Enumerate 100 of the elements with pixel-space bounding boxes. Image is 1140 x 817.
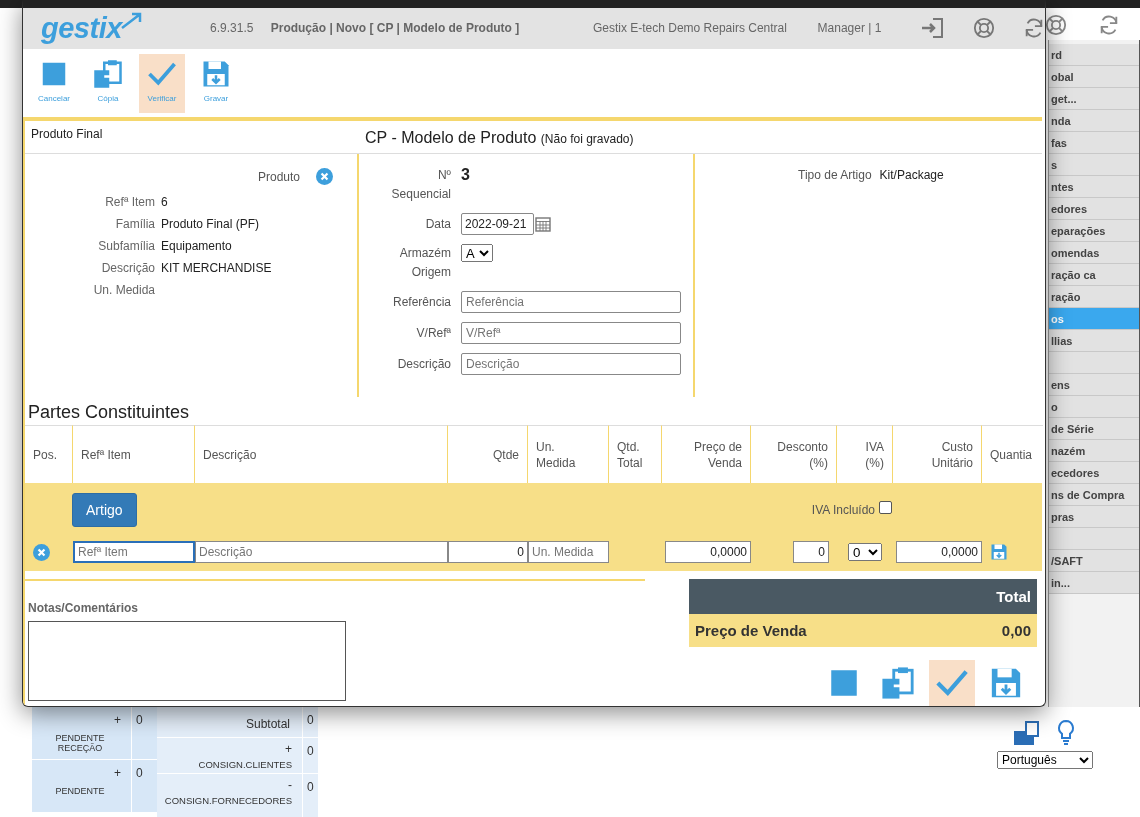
field-label: Nº Sequencial bbox=[390, 167, 451, 203]
user-label: Manager | 1 bbox=[817, 21, 883, 36]
count-value: 0 bbox=[306, 712, 315, 729]
save-icon bbox=[990, 543, 1008, 561]
field-label: Armazém Origem bbox=[398, 245, 451, 281]
field-label: V/Refª bbox=[415, 324, 451, 342]
section-heading: Partes Constituintes bbox=[27, 401, 191, 424]
subtotal-label: Subtotal bbox=[245, 716, 291, 733]
field-value: Kit/Package bbox=[879, 168, 944, 184]
number-field[interactable]: 0 bbox=[793, 541, 829, 563]
summary-label: CONSIGN.FORNECEDORES bbox=[164, 795, 293, 806]
sidebar-item[interactable]: nazém bbox=[1049, 440, 1139, 462]
count-value: 0 bbox=[306, 743, 315, 760]
copy-icon bbox=[881, 666, 915, 700]
lifebuoy-icon bbox=[973, 17, 995, 40]
refresh-icon bbox=[1023, 17, 1045, 40]
lightbulb-icon bbox=[1056, 719, 1076, 745]
sign-text: + bbox=[114, 766, 122, 780]
field-label: Data bbox=[424, 215, 451, 233]
notes-label: Notas/Comentários bbox=[28, 601, 140, 615]
sidebar-item[interactable]: obal bbox=[1049, 66, 1139, 88]
totals-header: Total bbox=[689, 579, 1037, 614]
warehouse-select[interactable]: A bbox=[461, 244, 493, 262]
sidebar-item[interactable]: ens bbox=[1049, 374, 1139, 396]
number-field[interactable]: 0,0000 bbox=[896, 541, 982, 563]
copy-icon bbox=[93, 58, 123, 89]
sidebar-item[interactable]: ecedores bbox=[1049, 462, 1139, 484]
version-text: 6.9.31.5 bbox=[210, 21, 255, 36]
summary-label: CONSIGN.CLIENTES bbox=[198, 759, 293, 770]
input-field[interactable]: Descrição bbox=[195, 541, 448, 563]
verify-button[interactable] bbox=[929, 660, 975, 706]
total-label: Preço de Venda bbox=[695, 622, 807, 639]
sidebar-item[interactable]: ntes bbox=[1049, 176, 1139, 198]
count-value: 0 bbox=[306, 779, 315, 796]
field-label: Refª Item bbox=[104, 195, 155, 209]
remove-icon bbox=[33, 543, 50, 561]
sidebar-item[interactable]: ração bbox=[1049, 286, 1139, 308]
summary-label: PENDENTE RECEÇÃO bbox=[54, 733, 106, 753]
sidebar-item[interactable]: llias bbox=[1049, 330, 1139, 352]
field-label: Subfamília bbox=[97, 239, 155, 253]
field-label: Família bbox=[114, 217, 155, 231]
number-field[interactable]: 0 bbox=[448, 541, 528, 563]
save-icon bbox=[989, 666, 1023, 700]
sidebar-item[interactable]: in... bbox=[1049, 572, 1139, 594]
field-label: Tipo de Artigo bbox=[798, 168, 872, 184]
sequence-number: 3 bbox=[461, 166, 471, 184]
sidebar-item[interactable]: get... bbox=[1049, 88, 1139, 110]
app-logo: gestix bbox=[41, 11, 211, 45]
sign-text: + bbox=[285, 742, 293, 756]
field-label: Un. Medida bbox=[92, 283, 155, 297]
checkbox-label: IVA Incluído bbox=[811, 503, 875, 517]
field-label: Referência bbox=[391, 293, 451, 311]
section-label: Produto Final bbox=[30, 126, 104, 141]
count-value: 0 bbox=[135, 712, 144, 729]
language-select[interactable]: Português bbox=[997, 751, 1093, 769]
lifebuoy-icon bbox=[1045, 14, 1067, 36]
sidebar-item[interactable]: ns de Compra bbox=[1049, 484, 1139, 506]
sidebar-item[interactable]: omendas bbox=[1049, 242, 1139, 264]
field-label: Produto bbox=[257, 169, 300, 184]
sidebar-item[interactable]: o bbox=[1049, 396, 1139, 418]
count-value: 0 bbox=[135, 765, 144, 782]
text-field[interactable]: V/Refª bbox=[461, 322, 681, 344]
sidebar-item[interactable]: eparações bbox=[1049, 220, 1139, 242]
sidebar-item[interactable]: /SAFT bbox=[1049, 550, 1139, 572]
date-field[interactable]: 2022-09-21 bbox=[461, 213, 534, 235]
sidebar-item[interactable]: rd bbox=[1049, 44, 1139, 66]
field-value: 6 bbox=[161, 195, 169, 209]
input-field[interactable]: Refª Item bbox=[73, 541, 195, 563]
sidebar-item[interactable]: ração ca bbox=[1049, 264, 1139, 286]
sidebar-item[interactable]: pras bbox=[1049, 506, 1139, 528]
add-item-button[interactable]: Artigo bbox=[72, 493, 137, 527]
refresh-icon bbox=[1098, 14, 1120, 36]
vat-select[interactable]: 0 bbox=[848, 543, 882, 561]
field-value: KIT MERCHANDISE bbox=[161, 261, 273, 275]
form-title: CP - Modelo de Produto (Não foi gravado) bbox=[365, 129, 635, 147]
summary-label: PENDENTE bbox=[54, 786, 106, 796]
field-value: Equipamento bbox=[161, 239, 233, 253]
vat-checkbox[interactable] bbox=[879, 500, 892, 514]
field-label: Descrição bbox=[396, 355, 451, 373]
notes-field[interactable] bbox=[28, 621, 346, 701]
sidebar-item[interactable]: edores bbox=[1049, 198, 1139, 220]
calendar-icon bbox=[535, 216, 551, 232]
sidebar-item[interactable]: s bbox=[1049, 154, 1139, 176]
field-label: Descrição bbox=[100, 261, 155, 275]
sign-text: - bbox=[288, 778, 293, 792]
number-field[interactable]: 0,0000 bbox=[665, 541, 751, 563]
window-title: Produção | Novo [ CP | Modelo de Produto ] bbox=[270, 21, 521, 36]
field-value: Produto Final (PF) bbox=[161, 217, 261, 231]
sidebar-item[interactable]: de Série bbox=[1049, 418, 1139, 440]
sidebar-item[interactable]: nda bbox=[1049, 110, 1139, 132]
total-value: 0,00 bbox=[1001, 622, 1031, 639]
company-name: Gestix E-tech Demo Repairs Central bbox=[592, 21, 788, 36]
text-field[interactable]: Descrição bbox=[461, 353, 681, 375]
text-field[interactable]: Referência bbox=[461, 291, 681, 313]
sidebar-item[interactable]: fas bbox=[1049, 132, 1139, 154]
sign-text: + bbox=[114, 713, 122, 727]
remove-icon bbox=[316, 168, 333, 185]
input-field[interactable]: Un. Medida bbox=[528, 541, 609, 563]
exit-icon bbox=[921, 17, 945, 40]
monitor-icon bbox=[1014, 721, 1040, 745]
